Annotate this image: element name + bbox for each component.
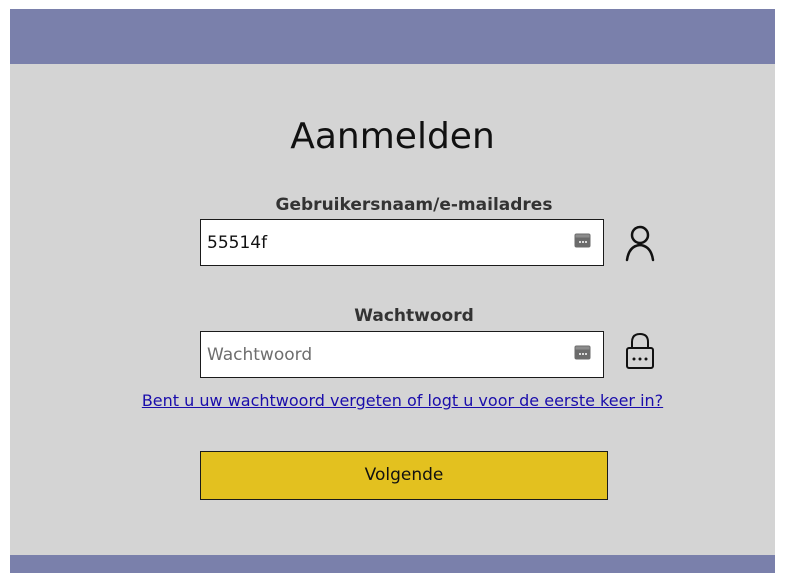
page-title: Aanmelden xyxy=(290,116,495,157)
username-field[interactable] xyxy=(200,219,604,266)
password-label: Wachtwoord xyxy=(354,306,474,326)
login-panel: Aanmelden Gebruikersnaam/e-mailadres Wac… xyxy=(10,9,775,573)
password-manager-key-icon[interactable] xyxy=(574,233,591,248)
username-label: Gebruikersnaam/e-mailadres xyxy=(275,195,553,215)
next-button[interactable]: Volgende xyxy=(200,451,608,500)
password-input[interactable] xyxy=(207,332,557,377)
bottom-banner xyxy=(10,555,775,573)
top-banner xyxy=(10,9,775,64)
forgot-password-link[interactable]: Bent u uw wachtwoord vergeten of logt u … xyxy=(10,390,785,412)
user-icon xyxy=(625,225,655,262)
lock-icon xyxy=(626,332,654,369)
login-page: Aanmelden Gebruikersnaam/e-mailadres Wac… xyxy=(0,0,785,573)
password-manager-key-icon[interactable] xyxy=(574,345,591,360)
username-input[interactable] xyxy=(207,220,557,265)
password-field[interactable] xyxy=(200,331,604,378)
